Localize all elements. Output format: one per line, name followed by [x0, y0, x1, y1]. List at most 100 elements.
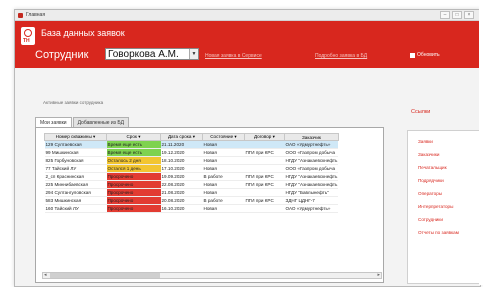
scroll-left-icon[interactable]: ◂	[44, 272, 47, 278]
table-cell: Новая	[202, 164, 245, 173]
minimize-icon[interactable]: –	[440, 11, 450, 19]
table-cell: Новая	[202, 148, 245, 157]
ref-link[interactable]: Заказчики	[418, 152, 480, 157]
table-row[interactable]: 99 Мишкинская Время еще есть 19.12.2020 Нов…	[44, 148, 339, 157]
table-cell: 20.08.2020	[160, 196, 203, 205]
ref-link[interactable]: Отчеты по заявкам	[418, 230, 480, 235]
table-cell: 160 Тайский ЛУ	[44, 204, 107, 213]
column-header[interactable]: Заказчик	[284, 133, 339, 141]
table-cell: ЗДНГ ЦДНГ-7	[284, 196, 339, 205]
column-header[interactable]: Номер скважины ▾	[44, 133, 107, 141]
table-cell: Новая	[202, 156, 245, 165]
table-cell: ОАО «Удмуртнефть»	[284, 204, 339, 213]
table-row[interactable]: 583 Мишкинская Просрочено 20.08.2020 В рабо…	[44, 196, 339, 205]
horizontal-scrollbar[interactable]: ◂ ▸	[42, 272, 382, 279]
column-header[interactable]: Состояние ▾	[202, 133, 245, 141]
table-cell: Новая	[202, 140, 245, 149]
app-title: База данных заявок	[41, 28, 125, 38]
table-cell: ООО «Газпром добыча	[284, 164, 339, 173]
table-cell: 2_сп Краснинская	[44, 172, 107, 181]
table-cell: Новая	[202, 180, 245, 189]
ref-link[interactable]: Печатальщик	[418, 165, 480, 170]
table-cell: ПГИ при КРС	[244, 180, 285, 189]
scroll-right-icon[interactable]: ▸	[377, 272, 380, 278]
table-cell: 22.08.2020	[160, 180, 203, 189]
employee-value: Говоркова А.М.	[108, 49, 179, 60]
app-header: TH База данных заявок Сотрудник Говорков…	[15, 21, 480, 68]
table-cell: 77 Тайский ЛУ	[44, 164, 107, 173]
app-window: Главная – □ × TH База данных заявок Сотр…	[14, 9, 481, 287]
table-cell: НГДУ "Азнакаевскнефть	[284, 156, 339, 165]
window-titlebar: Главная – □ ×	[15, 10, 480, 21]
table-cell: Просрочено	[106, 188, 161, 197]
employee-label: Сотрудник	[35, 49, 89, 61]
table-row[interactable]: 129 Султаевская Время еще есть 21.11.2020 Н…	[44, 140, 339, 149]
table-cell: Просрочено	[106, 180, 161, 189]
table-cell: НГДУ "Азнакаевскнефть	[284, 172, 339, 181]
table-cell: 19.12.2020	[160, 148, 203, 157]
table-row[interactable]: 77 Тайский ЛУ Остался 1 день 17.10.2020 Нов…	[44, 164, 339, 173]
table-cell	[244, 188, 285, 197]
table-cell: 99 Мишкинская	[44, 148, 107, 157]
chevron-down-icon[interactable]: ▼	[189, 49, 198, 59]
table-cell	[244, 156, 285, 165]
maximize-icon[interactable]: □	[452, 11, 462, 19]
table-cell: Остался 1 день	[106, 164, 161, 173]
table-cell: Осталось 2 дня	[106, 156, 161, 165]
table-row[interactable]: 294 Султангуловская Просрочено 21.08.2020 Н…	[44, 188, 339, 197]
table-cell	[244, 140, 285, 149]
refresh-button[interactable]: Обновить	[410, 52, 440, 58]
table-cell: Просрочено	[106, 204, 161, 213]
table-cell: Просрочено	[106, 172, 161, 181]
column-header[interactable]: Дата срока ▾	[160, 133, 203, 141]
column-header[interactable]: Договор ▾	[244, 133, 285, 141]
table-cell	[244, 204, 285, 213]
table-cell: Новая	[202, 204, 245, 213]
table-cell: ООО «Газпром добыча	[284, 148, 339, 157]
table-cell: Новая	[202, 188, 245, 197]
table-row[interactable]: 225 Миннибаевская Просрочено 22.08.2020 Нов…	[44, 180, 339, 189]
company-logo: TH	[21, 27, 35, 45]
table-cell	[244, 164, 285, 173]
employee-select[interactable]: Говоркова А.М. ▼	[105, 48, 199, 60]
table-cell: Просрочено	[106, 196, 161, 205]
table-cell: 583 Мишкинская	[44, 196, 107, 205]
table-header-row: Номер скважины ▾ Срок ▾ Дата срока ▾ Сос…	[44, 133, 339, 141]
refs-title: Ссылки	[411, 109, 431, 115]
close-icon[interactable]: ×	[464, 11, 474, 19]
requests-table-panel: Номер скважины ▾ Срок ▾ Дата срока ▾ Сос…	[35, 127, 384, 283]
active-requests-label: Активные заявки сотрудника	[43, 100, 104, 105]
column-header[interactable]: Срок ▾	[106, 133, 161, 141]
requests-table: Номер скважины ▾ Срок ▾ Дата срока ▾ Сос…	[44, 133, 339, 213]
table-row[interactable]: 160 Тайский ЛУ Просрочено 16.10.2020 Новая О…	[44, 204, 339, 213]
ref-link[interactable]: Сотрудники	[418, 217, 480, 222]
table-cell: НГДУ "Азнакаевскнефть	[284, 180, 339, 189]
app-icon	[18, 12, 23, 18]
window-title: Главная	[26, 12, 46, 18]
table-row[interactable]: 2_сп Краснинская Просрочено 19.09.2020 В ра…	[44, 172, 339, 181]
background-left	[0, 0, 14, 285]
table-cell: 19.09.2020	[160, 172, 203, 181]
request-details-link[interactable]: Подробно заявка в БД	[315, 53, 367, 59]
table-cell: 16.10.2020	[160, 204, 203, 213]
table-cell: 17.10.2020	[160, 164, 203, 173]
table-row[interactable]: 825 Горбуновская Осталось 2 дня 18.10.2020…	[44, 156, 339, 165]
refs-panel: Заявки Заказчики Печатальщик Подрядчики Опер…	[407, 130, 480, 284]
ref-link[interactable]: Подрядчики	[418, 178, 480, 183]
table-cell: ОАО «Удмуртнефть»	[284, 140, 339, 149]
table-cell: Время еще есть	[106, 148, 161, 157]
table-cell: 21.08.2020	[160, 188, 203, 197]
ref-link[interactable]: Заявки	[418, 139, 480, 144]
table-cell: НГДУ "Бавлынефть"	[284, 188, 339, 197]
ref-link[interactable]: Операторы	[418, 191, 480, 196]
table-cell: В работе	[202, 196, 245, 205]
table-cell: 225 Миннибаевская	[44, 180, 107, 189]
table-cell: ПГИ при КРС	[244, 196, 285, 205]
new-request-link[interactable]: Новая заявка в Сервисе	[205, 53, 262, 59]
table-cell: 825 Горбуновская	[44, 156, 107, 165]
table-cell: 18.10.2020	[160, 156, 203, 165]
background-right	[479, 0, 483, 285]
refresh-label: Обновить	[417, 52, 440, 58]
ref-link[interactable]: Интерпретаторы	[418, 204, 480, 209]
scrollbar-thumb[interactable]	[50, 273, 160, 278]
